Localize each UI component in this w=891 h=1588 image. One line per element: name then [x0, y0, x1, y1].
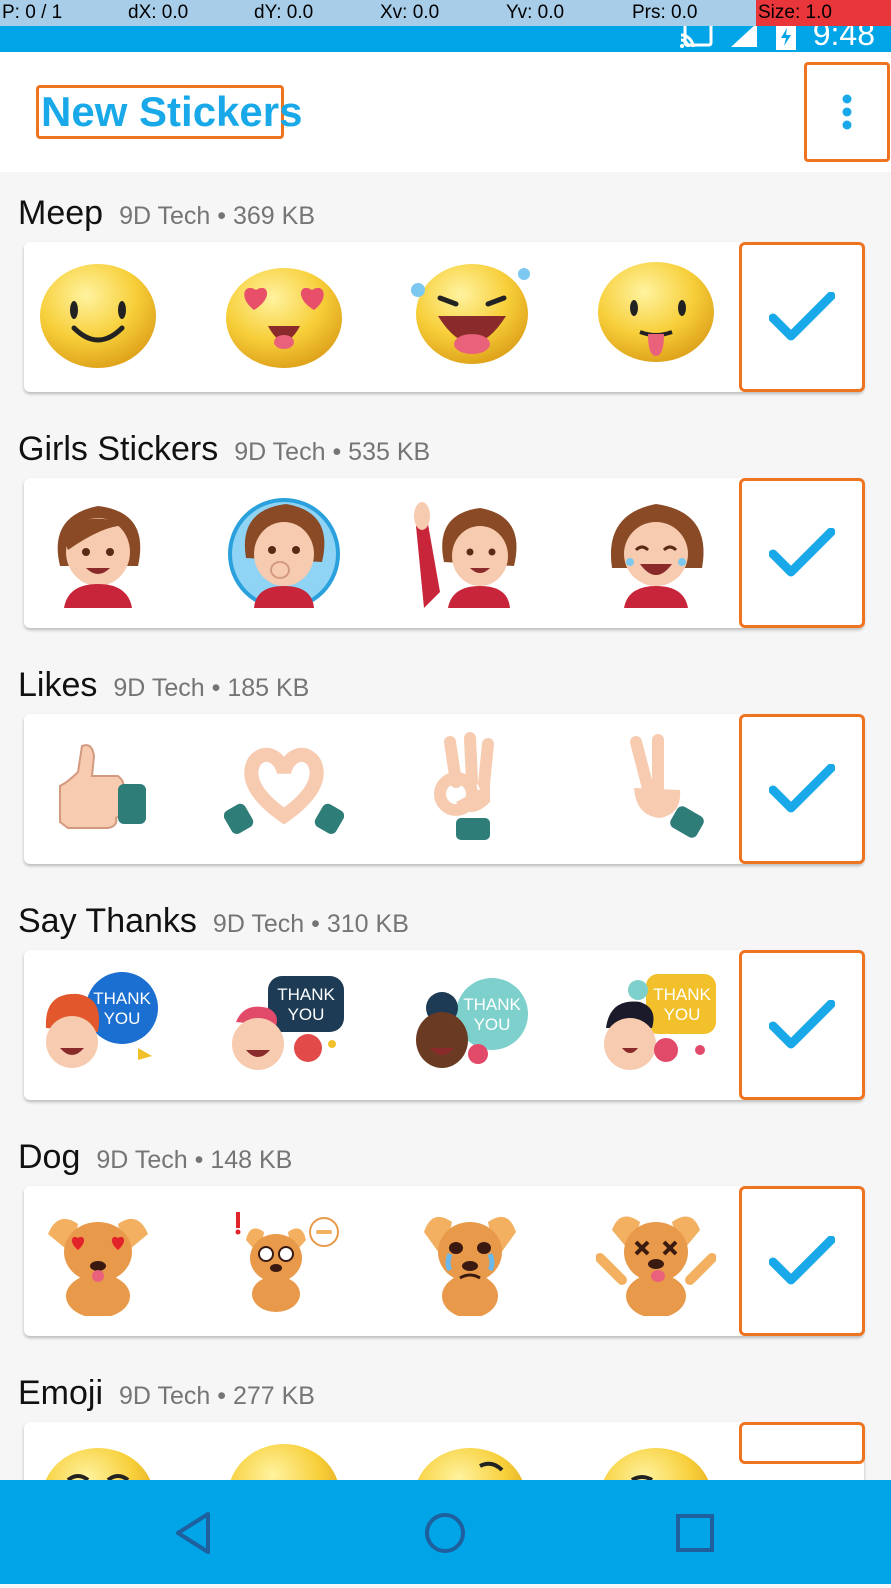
victory-hand — [596, 732, 716, 844]
svg-text:YOU: YOU — [664, 1005, 701, 1024]
add-pack-button[interactable] — [739, 714, 865, 864]
recents-button[interactable] — [670, 1508, 720, 1558]
pack-meta: 9D Tech • 535 KB — [234, 438, 431, 466]
sticker-preview-card[interactable] — [24, 478, 865, 628]
debug-xv: Xv: 0.0 — [380, 2, 440, 23]
sticker-pack-item[interactable]: Meep 9D Tech • 369 KB — [0, 172, 891, 408]
svg-text:YOU: YOU — [104, 1009, 141, 1028]
page-title[interactable]: New Stickers — [36, 85, 302, 139]
more-options-button[interactable] — [804, 62, 890, 162]
svg-text:YOU: YOU — [474, 1015, 511, 1034]
pack-name: Meep — [18, 194, 104, 232]
dog-love — [38, 1204, 158, 1316]
add-pack-button[interactable] — [739, 478, 865, 628]
pack-meta: 9D Tech • 277 KB — [119, 1382, 315, 1410]
sticker-preview-card[interactable] — [24, 242, 865, 392]
pack-header: Likes 9D Tech • 185 KB — [18, 666, 309, 705]
check-icon — [769, 1236, 835, 1285]
debug-dy: dY: 0.0 — [254, 2, 314, 23]
thank-you-boy: THANK YOU — [224, 968, 344, 1080]
sticker-pack-item[interactable]: Say Thanks 9D Tech • 310 KB THANK YOU THA… — [0, 880, 891, 1116]
pack-name: Dog — [18, 1138, 81, 1176]
svg-text:THANK: THANK — [653, 985, 711, 1004]
check-icon — [769, 528, 835, 577]
dog-puppy — [224, 1204, 344, 1316]
pack-name: Girls Stickers — [18, 430, 219, 468]
thank-you-girl: THANK YOU — [38, 968, 158, 1080]
pointer-location-overlay: P: 0 / 1 dX: 0.0 dY: 0.0 Xv: 0.0 Yv: 0.0… — [0, 0, 891, 26]
app-bar: New Stickers — [0, 52, 891, 172]
heart-eyes-emoji — [224, 260, 344, 372]
debug-pointer: P: 0 / 1 — [2, 2, 63, 23]
heart-hands — [224, 732, 344, 844]
thank-you-kid: THANK YOU — [596, 968, 716, 1080]
add-pack-button[interactable] — [739, 1186, 865, 1336]
pack-header: Dog 9D Tech • 148 KB — [18, 1138, 292, 1177]
pack-header: Say Thanks 9D Tech • 310 KB — [18, 902, 409, 941]
tongue-out-emoji — [596, 260, 716, 372]
dog-crying — [410, 1204, 530, 1316]
dog-dizzy — [596, 1204, 716, 1316]
sticker-preview-card[interactable] — [24, 1186, 865, 1336]
svg-text:THANK: THANK — [463, 995, 521, 1014]
back-icon — [176, 1512, 210, 1554]
girl-laughing — [596, 496, 716, 608]
sticker-pack-item[interactable]: Dog 9D Tech • 148 KB — [0, 1116, 891, 1352]
recents-icon — [676, 1514, 714, 1552]
laughing-tears-emoji — [410, 260, 530, 372]
check-icon — [769, 292, 835, 341]
add-pack-button[interactable] — [739, 950, 865, 1100]
svg-text:THANK: THANK — [277, 985, 335, 1004]
sticker-pack-list[interactable]: Meep 9D Tech • 369 KB Girls Stickers 9D … — [0, 172, 891, 1588]
home-button[interactable] — [420, 1508, 470, 1558]
sticker-pack-item[interactable]: Likes 9D Tech • 185 KB — [0, 644, 891, 880]
check-icon — [769, 1000, 835, 1049]
back-button[interactable] — [170, 1508, 220, 1558]
pack-name: Likes — [18, 666, 98, 704]
sticker-preview-card[interactable] — [24, 714, 865, 864]
smile-emoji — [38, 260, 158, 372]
thank-you-woman: THANK YOU — [410, 968, 530, 1080]
pack-name: Say Thanks — [18, 902, 197, 940]
pack-header: Girls Stickers 9D Tech • 535 KB — [18, 430, 430, 469]
navigation-bar — [0, 1480, 891, 1584]
pack-header: Meep 9D Tech • 369 KB — [18, 194, 315, 233]
check-icon — [769, 764, 835, 813]
svg-text:THANK: THANK — [93, 989, 151, 1008]
ok-hand — [410, 732, 530, 844]
thumbs-up-hand — [38, 732, 158, 844]
svg-text:YOU: YOU — [288, 1005, 325, 1024]
debug-prs: Prs: 0.0 — [632, 2, 698, 23]
girl-waving — [410, 496, 530, 608]
girl-surprised — [224, 496, 344, 608]
pack-meta: 9D Tech • 148 KB — [96, 1146, 293, 1174]
more-vert-icon — [842, 94, 852, 130]
add-pack-button[interactable] — [739, 242, 865, 392]
home-icon — [425, 1513, 465, 1553]
pack-meta: 9D Tech • 310 KB — [212, 910, 409, 938]
pack-meta: 9D Tech • 369 KB — [119, 202, 316, 230]
pack-name: Emoji — [18, 1374, 104, 1412]
sticker-preview-card[interactable]: THANK YOU THANK YOU THANK YOU THANK YOU — [24, 950, 865, 1100]
debug-yv: Yv: 0.0 — [506, 2, 565, 23]
add-pack-button[interactable] — [739, 1422, 865, 1464]
pack-header: Emoji 9D Tech • 277 KB — [18, 1374, 315, 1413]
pack-meta: 9D Tech • 185 KB — [113, 674, 310, 702]
sticker-pack-item[interactable]: Girls Stickers 9D Tech • 535 KB — [0, 408, 891, 644]
debug-size: Size: 1.0 — [756, 0, 891, 26]
debug-dx: dX: 0.0 — [128, 2, 189, 23]
girl-happy — [38, 496, 158, 608]
